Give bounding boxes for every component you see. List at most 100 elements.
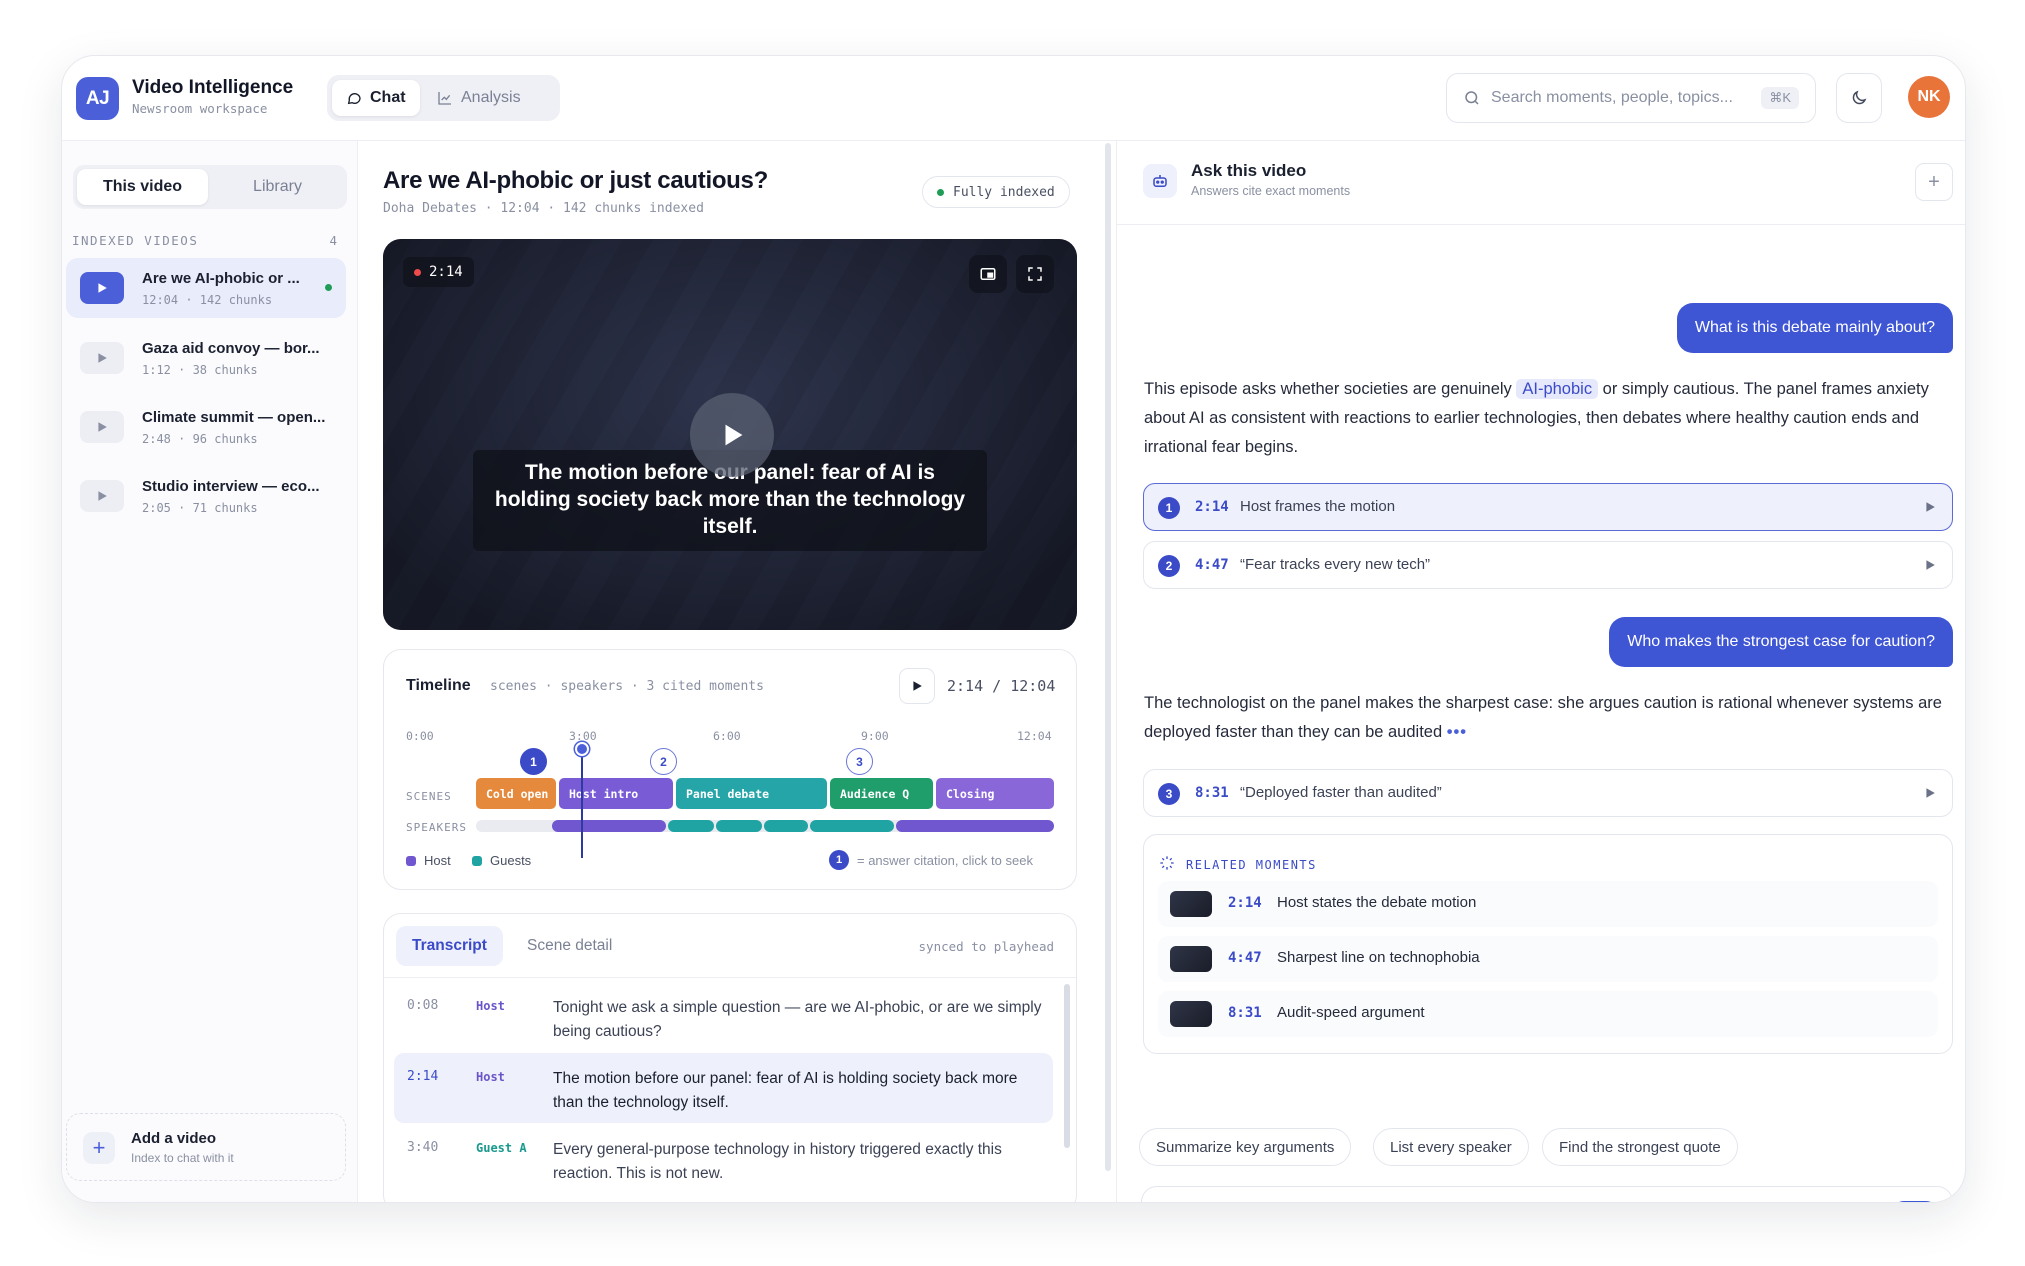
play-icon (913, 681, 922, 691)
app-logo: AJ (76, 77, 119, 120)
transcript-row[interactable]: 3:40 Guest A Every general-purpose techn… (394, 1124, 1053, 1194)
answer-text: This episode asks whether societies are … (1144, 380, 1517, 398)
transcript-row[interactable]: 2:14 Host The motion before our panel: f… (394, 1053, 1053, 1123)
legend-host: Host (406, 853, 451, 868)
row-label-scenes: SCENES (406, 790, 452, 803)
row-time: 0:08 (407, 998, 439, 1013)
play-icon (725, 424, 743, 446)
citation-card[interactable]: 2 4:47 “Fear tracks every new tech” (1143, 541, 1953, 589)
video-title: Studio interview — eco... (142, 478, 320, 495)
playhead-handle[interactable] (575, 742, 589, 756)
video-list-item[interactable]: Climate summit — open... 2:48 · 96 chunk… (66, 397, 346, 457)
section-count: 4 (329, 233, 337, 248)
playhead[interactable] (581, 748, 583, 858)
assistant-message: This episode asks whether societies are … (1144, 375, 1944, 462)
scene-host-intro[interactable]: Host intro (559, 778, 673, 809)
tab-chat-label: Chat (370, 89, 406, 106)
citation-text: Host frames the motion (1240, 498, 1396, 515)
index-status-badge: Fully indexed (922, 176, 1070, 208)
timeline-panel: Timeline scenes · speakers · 3 cited mom… (383, 649, 1077, 890)
tab-chat[interactable]: Chat (332, 80, 420, 116)
guests-swatch (472, 855, 482, 866)
speaker-segment-host[interactable] (896, 820, 1054, 832)
citation-time: 4:47 (1195, 557, 1229, 573)
tab-transcript[interactable]: Transcript (396, 926, 503, 966)
send-button[interactable] (1892, 1201, 1938, 1202)
suggestion-chip[interactable]: Summarize key arguments (1139, 1128, 1352, 1166)
video-list-item[interactable]: Gaza aid convoy — bor... 1:12 · 38 chunk… (66, 328, 346, 388)
chat-header: Ask this video Answers cite exact moment… (1117, 141, 1965, 225)
play-icon (1924, 558, 1936, 576)
citation-pin[interactable]: 2 (650, 748, 677, 775)
section-label: INDEXED VIDEOS (72, 233, 199, 248)
chat-panel: Ask this video Answers cite exact moment… (1116, 141, 1965, 1202)
user-message: Who makes the strongest case for caution… (1609, 617, 1953, 667)
citation-pin[interactable]: 3 (846, 748, 873, 775)
fullscreen-button[interactable] (1016, 255, 1054, 293)
play-button[interactable] (690, 393, 774, 477)
video-title: Are we AI-phobic or ... (142, 270, 300, 287)
legend-note-text: = answer citation, click to seek (857, 852, 1033, 868)
related-moment[interactable]: 8:31 Audit-speed argument (1158, 991, 1938, 1037)
tab-analysis[interactable]: Analysis (423, 80, 535, 116)
speaker-segment-guest[interactable] (668, 820, 714, 832)
add-video-subtitle: Index to chat with it (131, 1151, 234, 1165)
row-time: 3:40 (407, 1140, 439, 1155)
scene-audience-q[interactable]: Audience Q (830, 778, 933, 809)
row-speaker: Host (476, 999, 505, 1013)
speaker-segment-guest[interactable] (764, 820, 808, 832)
related-label: RELATED MOMENTS (1186, 858, 1317, 872)
add-video-title: Add a video (131, 1130, 217, 1147)
scene-panel-debate[interactable]: Panel debate (676, 778, 827, 809)
citation-card[interactable]: 3 8:31 “Deployed faster than audited” (1143, 769, 1953, 817)
speaker-segment-guest[interactable] (716, 820, 762, 832)
typing-indicator: ••• (1446, 722, 1468, 741)
theme-toggle-button[interactable] (1836, 73, 1882, 123)
video-list-item[interactable]: Are we AI-phobic or ... 12:04 · 142 chun… (66, 258, 346, 318)
speaker-segment-host[interactable] (552, 820, 666, 832)
tab-scene-detail[interactable]: Scene detail (511, 926, 628, 966)
new-chat-button[interactable]: + (1915, 163, 1953, 201)
citation-card[interactable]: 1 2:14 Host frames the motion (1143, 483, 1953, 531)
related-moment[interactable]: 2:14 Host states the debate motion (1158, 881, 1938, 927)
row-text: Tonight we ask a simple question — are w… (553, 999, 1042, 1041)
scene-cold-open[interactable]: Cold open (476, 778, 556, 809)
search-icon (1465, 91, 1479, 105)
highlight-term[interactable]: AI-phobic (1516, 379, 1599, 399)
video-player[interactable]: 2:14 The motion before our panel: fear o… (383, 239, 1077, 630)
top-bar: AJ Video Intelligence Newsroom workspace… (62, 56, 1965, 141)
transcript-scrollbar[interactable] (1064, 984, 1070, 1148)
scope-this-video[interactable]: This video (77, 169, 208, 205)
citation-pin[interactable]: 1 (520, 748, 547, 775)
play-icon (80, 342, 124, 374)
video-meta: 2:05 · 71 chunks (142, 501, 258, 515)
user-avatar[interactable]: NK (1908, 76, 1950, 118)
divider (384, 977, 1076, 978)
scope-library[interactable]: Library (212, 169, 343, 205)
moment-text: Sharpest line on technophobia (1277, 949, 1480, 966)
moment-time: 8:31 (1228, 1005, 1262, 1021)
video-list-item[interactable]: Studio interview — eco... 2:05 · 71 chun… (66, 466, 346, 526)
chat-title: Ask this video (1191, 161, 1307, 180)
timeline-play-button[interactable] (899, 668, 935, 704)
suggestion-chip[interactable]: List every speaker (1373, 1128, 1529, 1166)
center-scrollbar[interactable] (1105, 143, 1111, 1171)
timeline-subtitle: scenes · speakers · 3 cited moments (490, 679, 764, 694)
speaker-segment-guest[interactable] (810, 820, 894, 832)
legend-guests-label: Guests (490, 853, 532, 868)
citation-pin-sample: 1 (829, 850, 849, 870)
index-status-text: Fully indexed (953, 184, 1055, 200)
scene-closing[interactable]: Closing (936, 778, 1054, 809)
sync-status: synced to playhead (918, 939, 1054, 954)
related-moment[interactable]: 4:47 Sharpest line on technophobia (1158, 936, 1938, 982)
suggestion-chip[interactable]: Find the strongest quote (1542, 1128, 1738, 1166)
workspace-name: Newsroom workspace (132, 101, 268, 116)
search-box[interactable]: Search moments, people, topics... ⌘K (1446, 73, 1816, 123)
pip-button[interactable] (969, 255, 1007, 293)
add-video-button[interactable]: + Add a video Index to chat with it (66, 1113, 346, 1181)
tick-label: 9:00 (861, 729, 889, 743)
moment-thumbnail (1170, 1001, 1212, 1027)
citation-text: “Deployed faster than audited” (1240, 784, 1442, 801)
user-message: What is this debate mainly about? (1676, 303, 1953, 353)
transcript-row[interactable]: 0:08 Host Tonight we ask a simple questi… (394, 982, 1053, 1050)
